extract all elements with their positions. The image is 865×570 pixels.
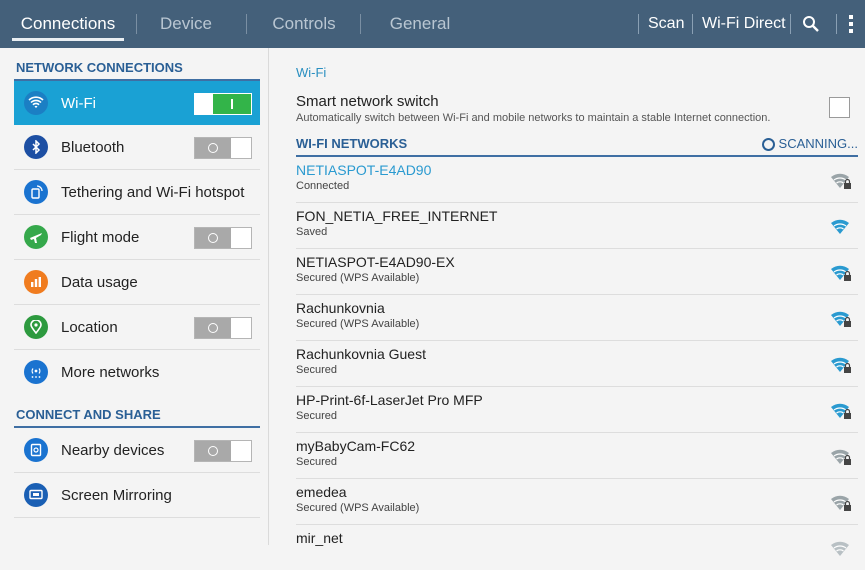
scanning-status: SCANNING... bbox=[761, 133, 858, 155]
wifi-lock-icon bbox=[831, 495, 851, 511]
sidebar-item-nearby-devices[interactable]: Nearby devices bbox=[14, 428, 260, 473]
network-row[interactable]: myBabyCam-FC62 Secured bbox=[296, 433, 858, 479]
location-icon bbox=[24, 315, 48, 339]
tab-device[interactable]: Device bbox=[148, 0, 224, 48]
location-toggle[interactable] bbox=[194, 317, 252, 339]
network-list: NETIASPOT-E4AD90 Connected FON_NETIA_FREE_… bbox=[296, 157, 858, 570]
wifi-icon bbox=[24, 91, 48, 115]
flight-mode-toggle[interactable] bbox=[194, 227, 252, 249]
wifi-lock-icon bbox=[831, 449, 851, 465]
sidebar-item-bluetooth[interactable]: Bluetooth bbox=[14, 125, 260, 170]
panel-divider bbox=[268, 48, 269, 545]
network-status: Secured (WPS Available) bbox=[296, 502, 420, 514]
network-ssid: NETIASPOT-E4AD90 bbox=[296, 162, 432, 178]
smart-switch-title: Smart network switch bbox=[296, 93, 439, 110]
scan-button[interactable]: Scan bbox=[648, 0, 684, 48]
smart-switch-description: Automatically switch between Wi-Fi and m… bbox=[296, 112, 771, 124]
bluetooth-icon bbox=[24, 135, 48, 159]
network-status: Secured bbox=[296, 410, 337, 422]
sidebar-item-label: Data usage bbox=[61, 273, 138, 291]
action-divider bbox=[790, 14, 791, 34]
network-row[interactable]: NETIASPOT-E4AD90 Connected bbox=[296, 157, 858, 203]
hotspot-icon bbox=[24, 180, 48, 204]
network-ssid: Rachunkovnia bbox=[296, 300, 385, 316]
sidebar-item-label: More networks bbox=[61, 363, 160, 381]
network-status: Secured (WPS Available) bbox=[296, 272, 420, 284]
scanning-label: SCANNING... bbox=[778, 136, 858, 151]
sidebar-item-label: Tethering and Wi-Fi hotspot bbox=[61, 183, 245, 201]
sidebar-item-label: Location bbox=[61, 318, 118, 336]
wifi-networks-header: WI-FI NETWORKS SCANNING... bbox=[296, 133, 858, 157]
sidebar-item-flight-mode[interactable]: Flight mode bbox=[14, 215, 260, 260]
wifi-lock-icon bbox=[831, 357, 851, 373]
action-divider bbox=[692, 14, 693, 34]
network-ssid: myBabyCam-FC62 bbox=[296, 438, 416, 454]
network-status: Secured bbox=[296, 456, 337, 468]
sidebar-item-label: Nearby devices bbox=[61, 441, 165, 459]
network-row[interactable]: NETIASPOT-E4AD90-EX Secured (WPS Availabl… bbox=[296, 249, 858, 295]
network-row[interactable]: Rachunkovnia Secured (WPS Available) bbox=[296, 295, 858, 341]
wifi-signal-icon bbox=[831, 219, 849, 234]
nearby-devices-icon bbox=[24, 438, 48, 462]
spinner-icon bbox=[761, 137, 775, 151]
nearby-devices-toggle[interactable] bbox=[194, 440, 252, 462]
sidebar-item-label: Screen Mirroring bbox=[61, 486, 172, 504]
sidebar-item-screen-mirroring[interactable]: Screen Mirroring bbox=[14, 473, 260, 518]
wifi-toggle[interactable] bbox=[194, 93, 252, 115]
more-networks-icon bbox=[24, 360, 48, 384]
tab-connections[interactable]: Connections bbox=[12, 0, 124, 48]
sidebar-item-label: Flight mode bbox=[61, 228, 140, 246]
smart-network-switch[interactable]: Smart network switch Automatically switc… bbox=[296, 93, 858, 127]
wifi-lock-icon bbox=[831, 265, 851, 281]
airplane-icon bbox=[24, 225, 48, 249]
tab-general[interactable]: General bbox=[380, 0, 460, 48]
data-usage-icon bbox=[24, 270, 48, 294]
network-ssid: NETIASPOT-E4AD90-EX bbox=[296, 254, 455, 270]
network-ssid: FON_NETIA_FREE_INTERNET bbox=[296, 208, 498, 224]
network-status: Saved bbox=[296, 226, 328, 238]
wifi-detail-panel: Wi-Fi Smart network switch Automatically… bbox=[296, 48, 858, 570]
tab-divider bbox=[246, 14, 247, 34]
settings-sidebar: NETWORK CONNECTIONS Wi-Fi Bluetooth Teth… bbox=[14, 57, 260, 518]
sidebar-item-label: Bluetooth bbox=[61, 138, 125, 156]
network-row[interactable]: mir_net bbox=[296, 525, 858, 570]
tab-controls[interactable]: Controls bbox=[264, 0, 344, 48]
sidebar-item-more-networks[interactable]: More networks bbox=[14, 350, 260, 394]
sidebar-item-tethering[interactable]: Tethering and Wi-Fi hotspot bbox=[14, 170, 260, 215]
network-status: Connected bbox=[296, 180, 350, 192]
connect-and-share-header: CONNECT AND SHARE bbox=[14, 404, 260, 428]
sidebar-item-data-usage[interactable]: Data usage bbox=[14, 260, 260, 305]
tab-divider bbox=[136, 14, 137, 34]
network-row[interactable]: emedea Secured (WPS Available) bbox=[296, 479, 858, 525]
wifi-signal-icon bbox=[831, 541, 849, 556]
bluetooth-toggle[interactable] bbox=[194, 137, 252, 159]
sidebar-item-location[interactable]: Location bbox=[14, 305, 260, 350]
overflow-menu-icon[interactable] bbox=[848, 0, 858, 48]
wifi-lock-icon bbox=[831, 173, 851, 189]
wifi-networks-label: WI-FI NETWORKS bbox=[296, 136, 408, 151]
network-row[interactable]: Rachunkovnia Guest Secured bbox=[296, 341, 858, 387]
page-title: Wi-Fi bbox=[296, 65, 327, 80]
action-divider bbox=[638, 14, 639, 34]
network-ssid: mir_net bbox=[296, 530, 343, 546]
sidebar-item-label: Wi-Fi bbox=[61, 94, 96, 112]
network-ssid: HP-Print-6f-LaserJet Pro MFP bbox=[296, 392, 483, 408]
wifi-lock-icon bbox=[831, 311, 851, 327]
action-bar: Connections Device Controls General Scan… bbox=[0, 0, 865, 48]
action-divider bbox=[836, 14, 837, 34]
wifi-lock-icon bbox=[831, 403, 851, 419]
tab-divider bbox=[360, 14, 361, 34]
network-ssid: Rachunkovnia Guest bbox=[296, 346, 426, 362]
screen-mirroring-icon bbox=[24, 483, 48, 507]
network-ssid: emedea bbox=[296, 484, 347, 500]
search-icon[interactable] bbox=[802, 0, 822, 48]
network-status: Secured (WPS Available) bbox=[296, 318, 420, 330]
network-connections-header: NETWORK CONNECTIONS bbox=[14, 57, 260, 81]
sidebar-item-wifi[interactable]: Wi-Fi bbox=[14, 81, 260, 125]
wifi-direct-button[interactable]: Wi-Fi Direct bbox=[702, 0, 786, 48]
network-row[interactable]: HP-Print-6f-LaserJet Pro MFP Secured bbox=[296, 387, 858, 433]
network-status: Secured bbox=[296, 364, 337, 376]
network-row[interactable]: FON_NETIA_FREE_INTERNET Saved bbox=[296, 203, 858, 249]
smart-switch-checkbox[interactable] bbox=[829, 97, 850, 118]
